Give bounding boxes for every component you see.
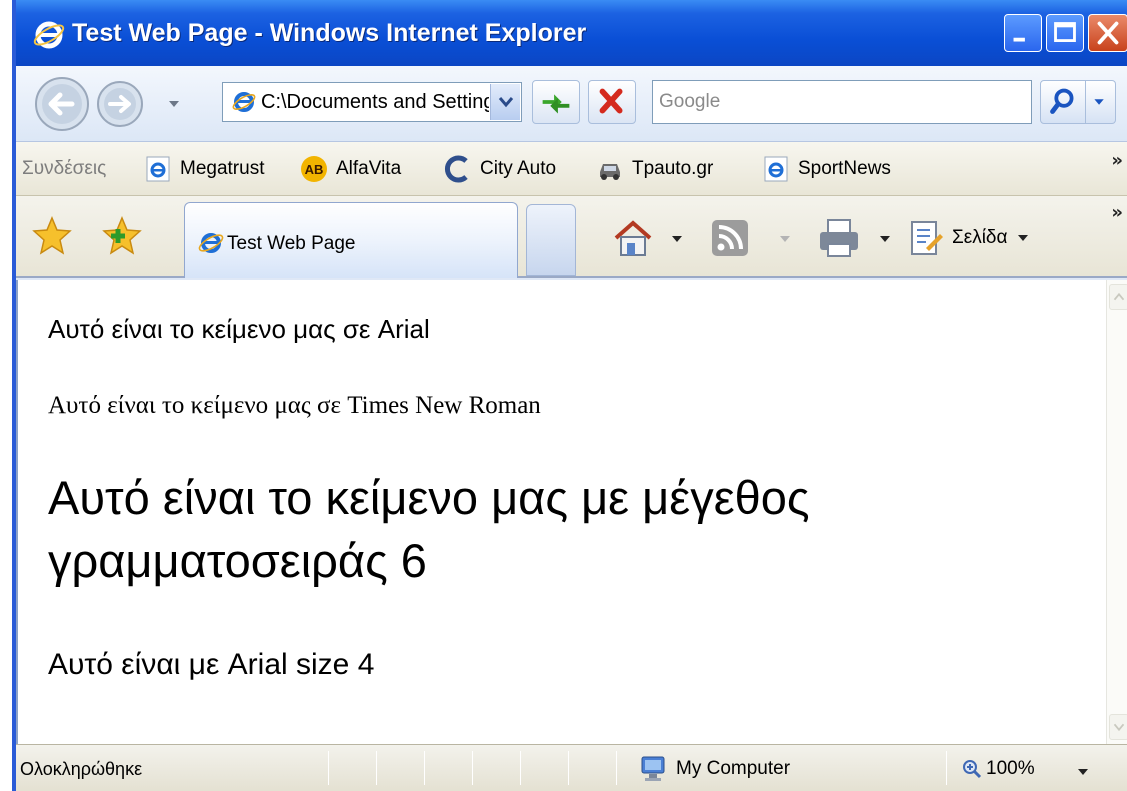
maximize-button[interactable] (1046, 14, 1084, 52)
page-content: Αυτό είναι το κείμενο μας σε Arial Αυτό … (16, 280, 1106, 744)
ie-logo-icon (33, 21, 65, 49)
address-input[interactable]: C:\Documents and Settings (261, 91, 489, 114)
zoom-label: 100% (986, 758, 1035, 779)
text-font-size-6: Αυτό είναι το κείμενο μας με μέγεθος γρα… (48, 471, 810, 587)
address-bar[interactable]: C:\Documents and Settings (222, 82, 522, 122)
stop-button[interactable] (588, 80, 636, 124)
zone-label: My Computer (676, 758, 791, 779)
window-title: Test Web Page - Windows Internet Explore… (72, 19, 587, 47)
link-label: AlfaVita (336, 158, 402, 179)
status-divider (616, 751, 617, 785)
add-favorites-icon[interactable] (100, 214, 144, 258)
tab-bar: Test Web Page Σελίδα » (16, 196, 1127, 278)
chevron-down-icon (1113, 723, 1125, 732)
c-logo-icon (445, 155, 468, 183)
search-box[interactable] (652, 80, 1032, 124)
search-icon (1050, 88, 1074, 114)
favorites-star-icon[interactable] (30, 214, 74, 258)
chevron-up-icon (1113, 292, 1125, 301)
status-divider (328, 751, 329, 785)
zoom-icon (963, 760, 982, 779)
computer-icon (641, 756, 665, 781)
vertical-scrollbar[interactable] (1106, 280, 1127, 744)
link-tpauto[interactable]: Tpauto.gr (596, 152, 713, 186)
search-button[interactable] (1040, 80, 1086, 124)
status-bar: Ολοκληρώθηκε My Computer 100% (16, 744, 1127, 791)
title-bar[interactable]: Test Web Page - Windows Internet Explore… (16, 0, 1127, 66)
links-overflow-button[interactable]: » (1111, 150, 1123, 171)
history-dropdown-icon[interactable] (166, 96, 182, 112)
link-sportnews[interactable]: SportNews (762, 152, 891, 186)
ab-logo-icon: AB (301, 156, 327, 182)
ie-page-icon (232, 92, 256, 112)
close-button[interactable] (1088, 14, 1127, 52)
back-button[interactable] (32, 74, 92, 134)
tab-label: Test Web Page (227, 233, 356, 254)
car-icon (600, 164, 620, 180)
link-label: Tpauto.gr (632, 158, 714, 179)
links-label: Συνδέσεις (22, 158, 107, 179)
status-divider (376, 751, 377, 785)
maximize-icon (1054, 22, 1076, 42)
link-label: City Auto (480, 158, 557, 179)
chevron-down-icon (498, 97, 514, 108)
links-bar: Συνδέσεις Megatrust AB AlfaVita City Aut… (16, 142, 1127, 196)
page-icon (911, 221, 943, 255)
chevron-down-icon[interactable] (670, 232, 684, 246)
chevron-down-icon[interactable] (878, 232, 892, 246)
browser-window: Test Web Page - Windows Internet Explore… (12, 0, 1127, 791)
minimize-button[interactable] (1004, 14, 1042, 52)
chevron-down-icon[interactable] (778, 232, 792, 246)
close-icon (1097, 21, 1119, 45)
search-input[interactable] (659, 81, 1025, 123)
commands-overflow-button[interactable]: » (1111, 202, 1123, 223)
print-icon[interactable] (814, 216, 864, 260)
tab-test-web-page[interactable]: Test Web Page (184, 202, 518, 278)
page-menu-label: Σελίδα (952, 227, 1008, 248)
scroll-up-button[interactable] (1109, 284, 1127, 310)
chevron-down-icon (1094, 99, 1104, 105)
home-icon[interactable] (610, 216, 656, 260)
status-divider (520, 751, 521, 785)
link-label: Megatrust (180, 158, 265, 179)
forward-button[interactable] (90, 74, 150, 134)
chevron-down-icon (1017, 235, 1028, 241)
search-options-button[interactable] (1086, 80, 1116, 124)
link-alfavita[interactable]: AB AlfaVita (300, 152, 401, 186)
status-divider (472, 751, 473, 785)
link-cityauto[interactable]: City Auto (444, 152, 556, 186)
page-menu-button[interactable]: Σελίδα (906, 216, 1030, 260)
minimize-icon (1013, 37, 1025, 42)
scroll-down-button[interactable] (1109, 714, 1127, 740)
text-arial-size-4: Αυτό είναι με Arial size 4 (48, 648, 375, 681)
ie-page-icon (764, 156, 788, 182)
refresh-button[interactable] (532, 80, 580, 124)
security-zone[interactable]: My Computer (640, 753, 790, 785)
zoom-level[interactable]: 100% (962, 753, 1035, 785)
text-arial: Αυτό είναι το κείμενο μας σε Arial (48, 314, 430, 344)
chevron-down-icon[interactable] (1076, 765, 1090, 779)
ie-page-icon (198, 233, 224, 253)
stop-icon (599, 88, 623, 114)
feeds-icon[interactable] (708, 216, 752, 260)
navigation-bar: C:\Documents and Settings (16, 66, 1127, 142)
status-text: Ολοκληρώθηκε (20, 759, 143, 779)
status-divider (568, 751, 569, 785)
refresh-icon (542, 94, 570, 114)
link-label: SportNews (798, 158, 891, 179)
ie-page-icon (146, 156, 170, 182)
text-times-new-roman: Αυτό είναι το κείμενο μας σε Times New R… (48, 392, 541, 419)
status-divider (424, 751, 425, 785)
svg-text:AB: AB (305, 162, 324, 177)
status-divider (946, 751, 947, 785)
new-tab-button[interactable] (526, 204, 576, 276)
address-dropdown-button[interactable] (490, 84, 520, 120)
link-megatrust[interactable]: Megatrust (144, 152, 264, 186)
